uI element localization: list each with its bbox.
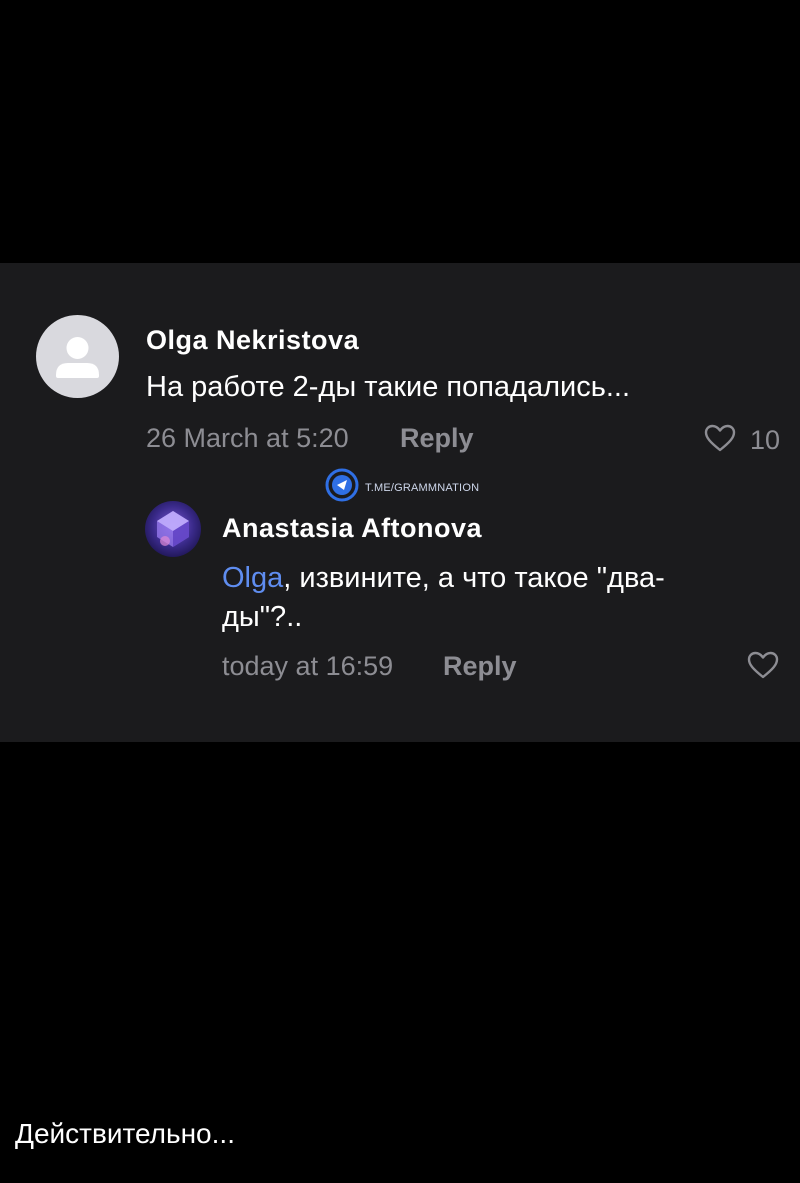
comment-text: Olga, извините, а что такое "два-ды"?..	[222, 559, 692, 637]
grammnation-logo-icon	[325, 468, 359, 507]
reply-button[interactable]: Reply	[443, 651, 517, 682]
heart-outline-icon[interactable]	[704, 424, 736, 457]
comments-panel: Olga Nekristova На работе 2-ды такие поп…	[0, 263, 800, 742]
caption-text: Действительно...	[15, 1118, 235, 1149]
reply-button[interactable]: Reply	[400, 423, 474, 454]
watermark-text: T.ME/GRAMMNATION	[365, 481, 480, 494]
comment-text: На работе 2-ды такие попадались...	[146, 371, 631, 403]
watermark: T.ME/GRAMMNATION	[325, 468, 479, 507]
comment-text-body: , извините, а что такое "два-ды"?..	[222, 562, 665, 633]
like-button[interactable]: 10	[704, 424, 780, 457]
purple-cube-avatar[interactable]	[145, 501, 201, 557]
mention-link[interactable]: Olga	[222, 562, 283, 594]
heart-outline-icon[interactable]	[747, 651, 779, 683]
like-count: 10	[750, 425, 781, 455]
like-button[interactable]	[747, 651, 779, 684]
user-placeholder-icon[interactable]	[36, 315, 119, 398]
screenshot-page: Olga Nekristova На работе 2-ды такие поп…	[0, 0, 800, 1183]
comment-timestamp: today at 16:59	[222, 651, 394, 681]
comment-timestamp: 26 March at 5:20	[146, 423, 349, 453]
comment-author[interactable]: Olga Nekristova	[146, 325, 359, 356]
comment-author[interactable]: Anastasia Aftonova	[222, 513, 482, 544]
